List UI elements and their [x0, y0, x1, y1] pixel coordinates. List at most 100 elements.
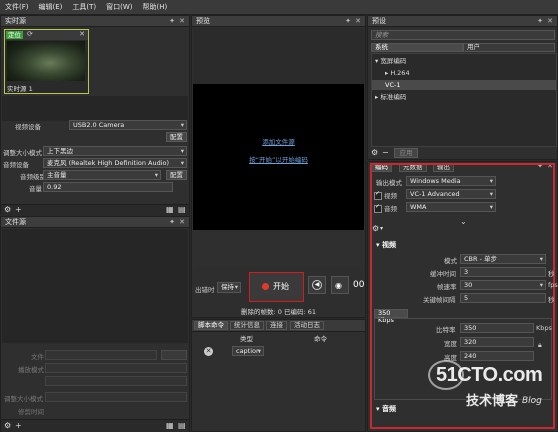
on-error-select[interactable]: 保持: [217, 282, 241, 293]
menu-item[interactable]: 帮助(H): [138, 0, 173, 13]
file-browse-button[interactable]: [161, 350, 187, 360]
volume-input[interactable]: 0.92: [43, 182, 173, 192]
preset-tree-item[interactable]: VC-1: [372, 80, 556, 90]
eye-icon: ◉: [335, 281, 342, 290]
file-extra-field[interactable]: [45, 376, 187, 386]
video-device-label: 视频设备: [15, 123, 41, 131]
framerate-unit: fps: [548, 281, 558, 289]
keyframe-input[interactable]: 5: [460, 293, 546, 303]
audio-device-label: 音频设备: [3, 161, 29, 169]
preview-video-area: 添加文件源 按“开始”以开始编码: [193, 84, 364, 230]
dropped-frames-text: 删除的帧数: 0 已编码: 61: [241, 308, 316, 316]
speaker-icon: ◀: [312, 280, 322, 290]
remove-icon[interactable]: −: [382, 149, 389, 157]
pin-icon[interactable]: ✦: [169, 16, 175, 27]
resize-mode-select[interactable]: 上下黑边: [43, 146, 187, 156]
preset-tree-item[interactable]: ▸ H.264: [372, 68, 556, 78]
pin-icon[interactable]: ✦: [169, 217, 175, 228]
file-label: 文件: [31, 353, 44, 361]
refresh-icon[interactable]: ⟳: [27, 30, 33, 38]
framerate-select[interactable]: 30: [460, 280, 546, 290]
live-source-panel: 实时源 ✦ ✕ 定位 ⟳ ✕ 实时源 1 视频设备 USB2.0 Camera …: [0, 15, 190, 216]
start-encoding-link[interactable]: 按“开始”以开始编码: [193, 154, 364, 164]
menu-item[interactable]: 文件(F): [0, 0, 34, 13]
script-panel: 脚本命令 统计信息 连接 活动日志 类型 命令 ✕ caption: [191, 319, 366, 432]
col-type-header: 类型: [240, 335, 253, 343]
thumb-close-icon[interactable]: ✕: [79, 30, 85, 38]
file-resize-select[interactable]: [45, 392, 187, 402]
script-tab[interactable]: 脚本命令: [194, 321, 228, 330]
width-input[interactable]: 320: [460, 337, 534, 347]
chevron-down-icon[interactable]: ▾: [380, 225, 383, 233]
menu-item[interactable]: 编辑(E): [34, 0, 68, 13]
audio-checkbox[interactable]: [374, 203, 382, 213]
list-view-icon[interactable]: ▤: [178, 206, 186, 214]
preview-toggle-button[interactable]: ◉: [331, 276, 349, 294]
bitrate-label: 比特率: [436, 326, 456, 334]
settings-icon[interactable]: ⚙: [372, 225, 379, 233]
bitrate-input[interactable]: 350: [460, 323, 534, 333]
preview-title-bar: 预览 ✦ ✕: [192, 16, 365, 27]
loop-select[interactable]: [45, 363, 187, 373]
list-view-icon[interactable]: ▤: [178, 422, 186, 430]
on-error-label: 出错时: [195, 286, 215, 294]
audio-section-header[interactable]: ▾ 音频: [376, 404, 396, 414]
lock-icon[interactable]: 🔒︎: [538, 341, 542, 350]
script-tab[interactable]: 连接: [266, 321, 287, 330]
video-section-header[interactable]: ▾ 视频: [376, 240, 396, 250]
watermark-blog: Blog: [522, 396, 542, 406]
video-codec-label: 视频: [384, 192, 397, 200]
output-mode-label: 输出模式: [376, 179, 402, 187]
menu-item[interactable]: 窗口(W): [101, 0, 137, 13]
pin-icon[interactable]: ✦: [537, 16, 543, 27]
script-tab[interactable]: 活动日志: [290, 321, 324, 330]
add-icon[interactable]: +: [15, 206, 22, 214]
video-checkbox[interactable]: [374, 190, 382, 200]
file-input[interactable]: [45, 350, 157, 360]
output-mode-select[interactable]: Windows Media: [406, 176, 496, 186]
audio-level-select[interactable]: 主音量: [43, 170, 161, 180]
menu-item[interactable]: 工具(T): [67, 0, 101, 13]
file-source-panel: 文件源 ✦ ✕ 文件 播放模式 调整大小模式 修剪时间 ⚙ + ▦ ▤: [0, 216, 190, 432]
preset-tree-item[interactable]: ▾ 宽屏编码: [372, 56, 556, 66]
grid-view-icon[interactable]: ▦: [166, 206, 174, 214]
preset-tab[interactable]: 系统: [371, 43, 463, 52]
pin-icon[interactable]: ✦: [345, 16, 351, 27]
add-file-source-link[interactable]: 添加文件源: [193, 136, 364, 146]
audio-codec-select[interactable]: WMA: [406, 202, 496, 212]
close-icon[interactable]: ✕: [547, 16, 553, 27]
start-button[interactable]: 开始: [249, 272, 304, 302]
audio-monitor-button[interactable]: ◀: [308, 276, 326, 294]
video-codec-row: 视频: [374, 190, 397, 200]
command-type-select[interactable]: caption: [232, 346, 264, 356]
presets-panel: 预设 ✦ ✕ 搜索 系统 用户 ▾ 宽屏编码 ▸ H.264 VC-1 ▸ 标准编码 ⚙…: [367, 15, 558, 160]
close-icon[interactable]: ✕: [355, 16, 361, 27]
file-source-list: [2, 229, 188, 343]
preset-tree-item[interactable]: ▸ 标准编码: [372, 92, 556, 102]
settings-icon[interactable]: ⚙: [371, 149, 378, 157]
audio-device-select[interactable]: 麦克风 (Realtek High Definition Audio): [43, 158, 187, 168]
audio-config-button[interactable]: 配置: [166, 170, 187, 180]
source-thumbnail[interactable]: 定位 ⟳ ✕ 实时源 1: [4, 29, 89, 94]
buffer-input[interactable]: 3: [460, 267, 546, 277]
settings-icon[interactable]: ⚙: [4, 422, 11, 430]
video-device-select[interactable]: USB2.0 Camera: [69, 120, 187, 130]
preset-tab[interactable]: 用户: [463, 43, 555, 52]
col-cmd-header: 命令: [314, 335, 327, 343]
video-config-button[interactable]: 配置: [166, 132, 187, 142]
apply-button[interactable]: 应用: [394, 148, 418, 158]
video-codec-select[interactable]: VC-1 Advanced: [406, 189, 496, 199]
mode-select[interactable]: CBR - 单步: [460, 254, 546, 264]
close-icon[interactable]: ✕: [179, 217, 185, 228]
file-source-title-bar: 文件源 ✦ ✕: [1, 217, 189, 228]
remove-command-icon[interactable]: ✕: [204, 347, 213, 356]
bitrate-tab[interactable]: 350 Kbps: [374, 309, 408, 324]
settings-icon[interactable]: ⚙: [4, 206, 11, 214]
grid-view-icon[interactable]: ▦: [166, 422, 174, 430]
preset-search-input[interactable]: 搜索: [371, 30, 555, 40]
script-tab[interactable]: 统计信息: [230, 321, 264, 330]
volume-label: 音量: [29, 185, 42, 193]
framerate-label: 帧速率: [437, 283, 457, 291]
add-icon[interactable]: +: [15, 422, 22, 430]
close-icon[interactable]: ✕: [179, 16, 185, 27]
